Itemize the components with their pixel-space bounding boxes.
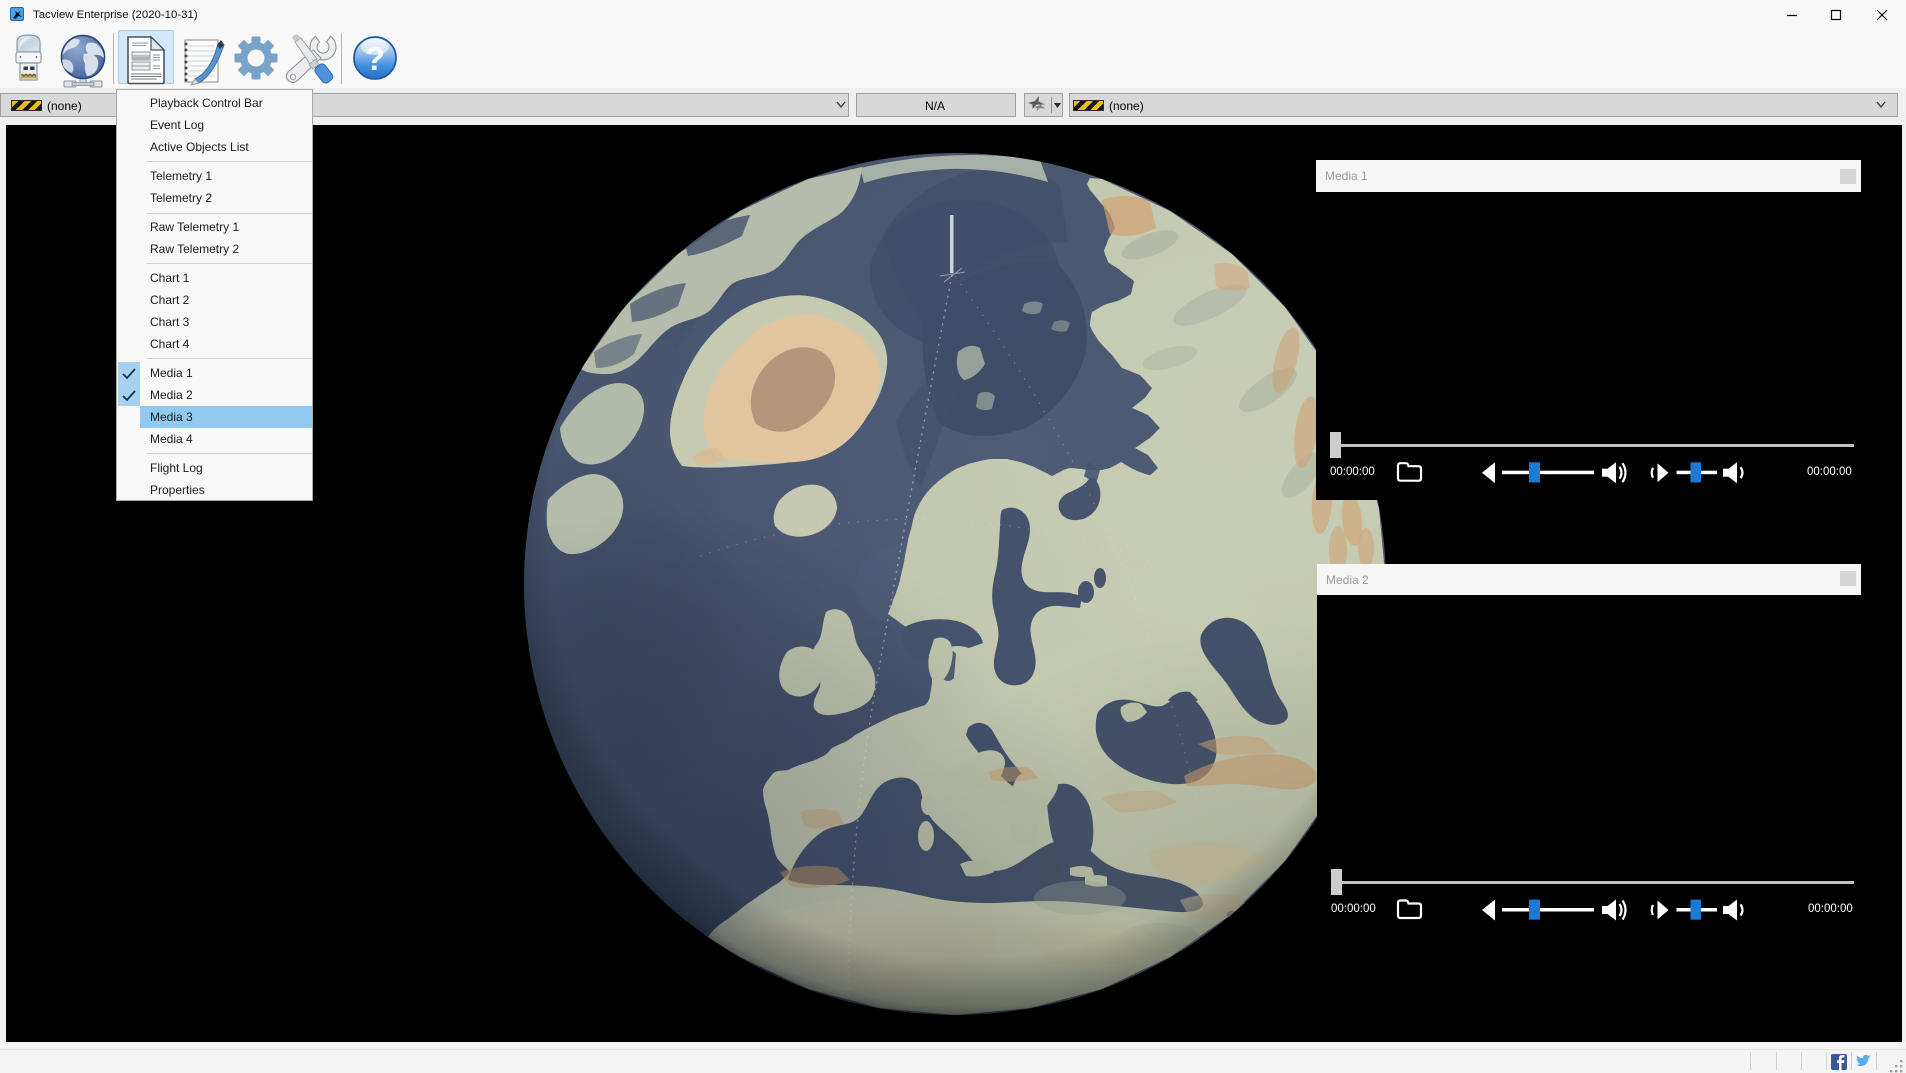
svg-text:?: ? bbox=[365, 40, 385, 77]
